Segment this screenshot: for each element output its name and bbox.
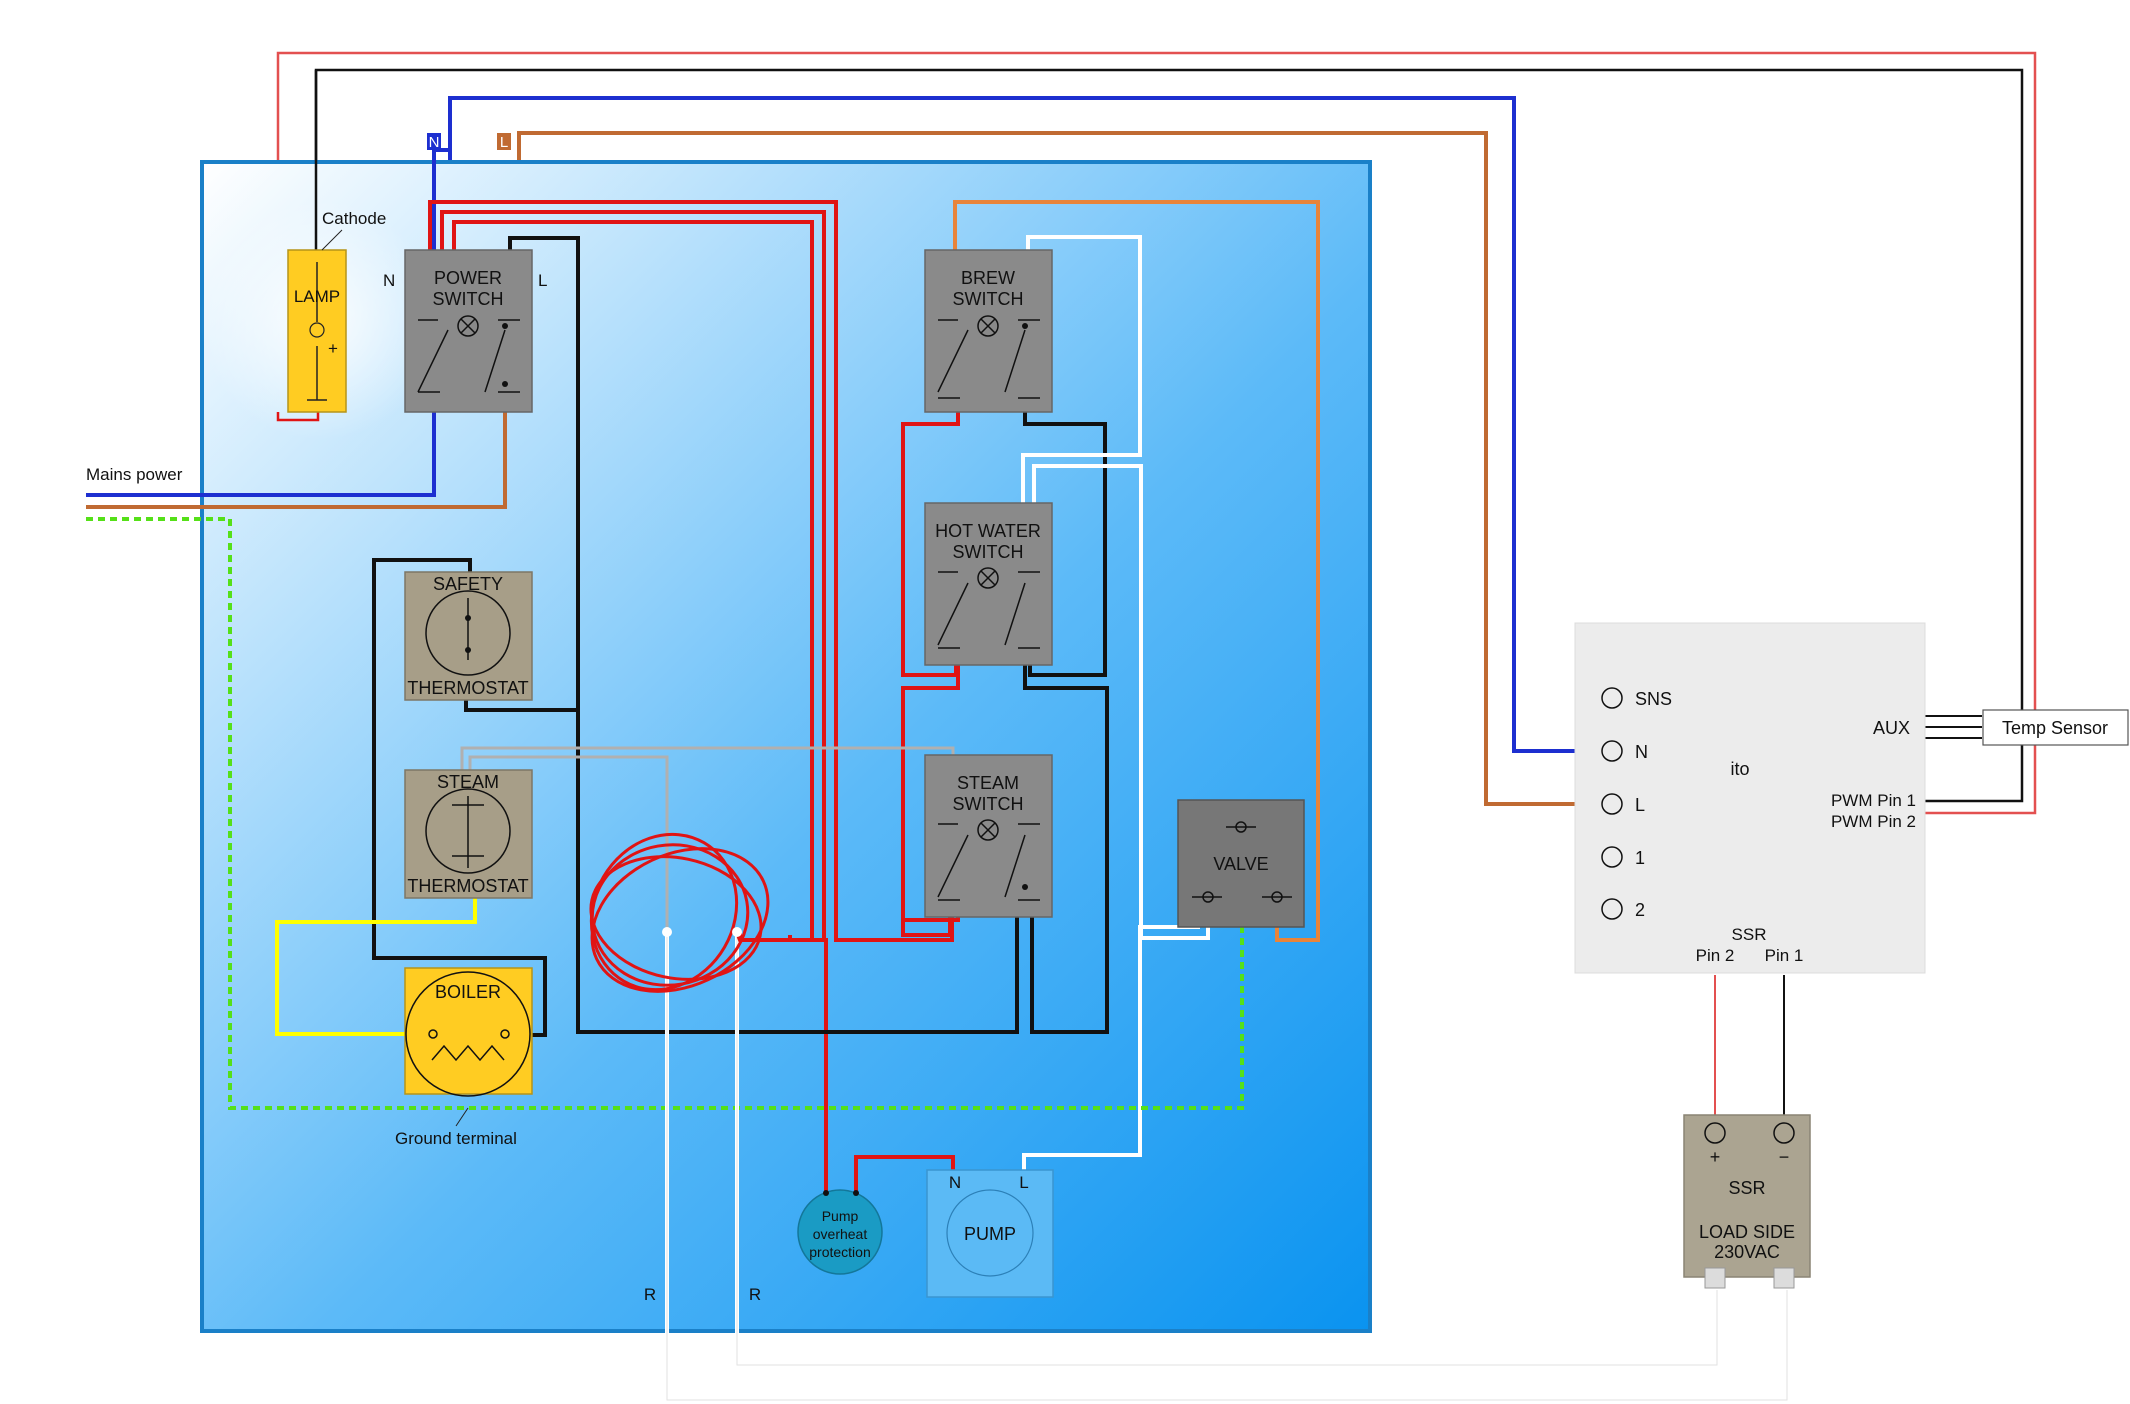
hot-water-switch-line1: HOT WATER (935, 521, 1041, 541)
controller-name: ito (1730, 759, 1749, 779)
temp-sensor-label: Temp Sensor (2002, 718, 2108, 738)
ssr-label: SSR (1728, 1178, 1765, 1198)
pump-overheat-protection: Pump overheat protection (797, 1189, 883, 1275)
ssr: + − SSR LOAD SIDE 230VAC (1683, 1114, 1811, 1289)
lamp-label: LAMP (294, 287, 340, 306)
aux-label: AUX (1873, 718, 1910, 738)
pump-n: N (949, 1173, 961, 1192)
power-switch-line1: POWER (434, 268, 502, 288)
valve: VALVE (1177, 799, 1305, 928)
power-switch: POWER SWITCH (404, 249, 533, 413)
brew-switch-line2: SWITCH (953, 289, 1024, 309)
pin-l-label: L (1635, 795, 1645, 815)
steam-switch-line2: SWITCH (953, 794, 1024, 814)
brew-switch: BREW SWITCH (924, 249, 1053, 413)
pump-protection-line3: protection (809, 1244, 870, 1260)
ssr-load-line1: LOAD SIDE (1699, 1222, 1795, 1242)
lamp-plus: + (328, 339, 338, 358)
pin-sns-label: SNS (1635, 689, 1672, 709)
steam-thermostat-bottom: THERMOSTAT (407, 876, 528, 896)
ssr-load-terminal-left (1704, 1267, 1726, 1289)
controller-ssr-label: SSR (1732, 925, 1767, 944)
steam-thermostat-top: STEAM (437, 772, 499, 792)
r-label-right: R (749, 1285, 761, 1304)
ssr-minus: − (1779, 1147, 1790, 1167)
power-switch-n: N (383, 271, 395, 290)
brew-switch-line1: BREW (961, 268, 1015, 288)
ssr-load-line2: 230VAC (1714, 1242, 1780, 1262)
steam-thermostat: STEAM THERMOSTAT (404, 769, 533, 899)
power-switch-line2: SWITCH (433, 289, 504, 309)
cathode-label: Cathode (322, 209, 386, 228)
hot-water-switch: HOT WATER SWITCH (924, 502, 1053, 666)
ssr-plus: + (1710, 1147, 1721, 1167)
pump-l: L (1019, 1173, 1028, 1192)
pump-protection-line1: Pump (822, 1208, 859, 1224)
safety-thermostat: SAFETY THERMOSTAT (404, 571, 533, 701)
controller-ssr-pin1: Pin 1 (1765, 946, 1804, 965)
junction-dot-left (662, 927, 672, 937)
pin-n-label: N (1635, 742, 1648, 762)
lamp: LAMP + (287, 249, 347, 413)
pwm1-label: PWM Pin 1 (1831, 791, 1916, 810)
safety-thermostat-bottom: THERMOSTAT (407, 678, 528, 698)
steam-switch: STEAM SWITCH (924, 754, 1053, 918)
ssr-load-terminal-right (1773, 1267, 1795, 1289)
pump-protection-line2: overheat (813, 1226, 868, 1242)
wiring-diagram: N L R R LAMP + Cathode Mains power POWER… (86, 51, 2129, 1402)
pin-2-label: 2 (1635, 900, 1645, 920)
controller: ito SNS N L 1 2 AUX PWM Pin 1 PWM Pin 2 … (1574, 622, 1926, 974)
boiler-label: BOILER (435, 982, 501, 1002)
temp-sensor: Temp Sensor (1982, 709, 2129, 746)
power-switch-l: L (538, 271, 547, 290)
pin-1-label: 1 (1635, 848, 1645, 868)
controller-ssr-pin2: Pin 2 (1696, 946, 1735, 965)
pump: PUMP N L (926, 1169, 1054, 1298)
live-tag-label: L (500, 134, 508, 151)
pwm2-label: PWM Pin 2 (1831, 812, 1916, 831)
valve-label: VALVE (1213, 854, 1268, 874)
junction-dot-right (732, 927, 742, 937)
hot-water-switch-line2: SWITCH (953, 542, 1024, 562)
r-label-left: R (644, 1285, 656, 1304)
mains-power-label: Mains power (86, 465, 183, 484)
safety-thermostat-top: SAFETY (433, 574, 503, 594)
steam-switch-line1: STEAM (957, 773, 1019, 793)
ground-terminal-label: Ground terminal (395, 1129, 517, 1148)
pump-label: PUMP (964, 1224, 1016, 1244)
boiler: BOILER (404, 967, 533, 1097)
